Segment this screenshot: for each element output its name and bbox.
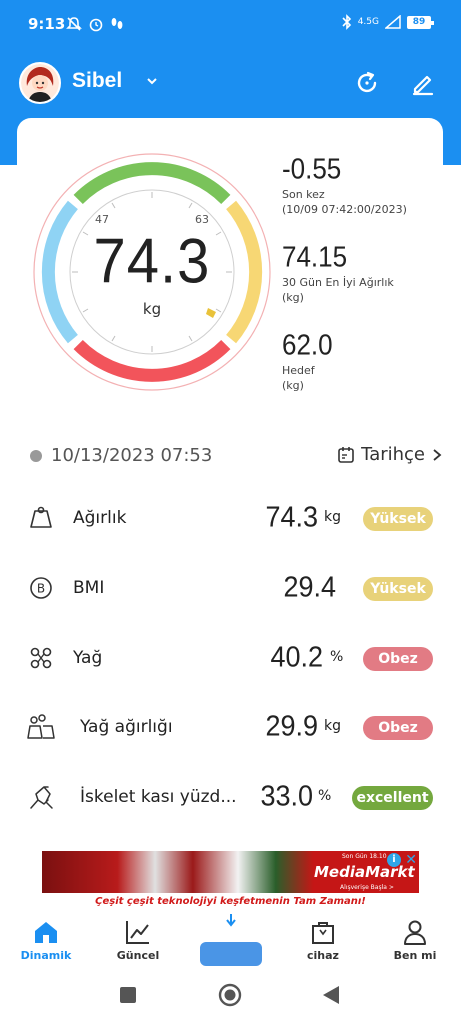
nav-item-ben-mi[interactable]: Ben mi [375, 918, 455, 962]
current-weight-unit: kg [142, 300, 162, 318]
history-button[interactable]: Tarihçe [337, 444, 443, 465]
stat-value: -0.55 [282, 152, 342, 185]
recents-icon[interactable] [119, 986, 137, 1004]
status-badge: Yüksek [363, 577, 433, 601]
stat-value: 62.0 [282, 328, 333, 361]
metric-value: 74.3 [265, 501, 318, 533]
measurement-date-row: 10/13/2023 07:53 Tarihçe [0, 440, 461, 470]
app-root: { "status_bar": { "time": "9:13", "batte… [0, 0, 461, 1024]
ad-corner-text: Son Gün 18.10 [342, 853, 387, 860]
fat-weight-icon [27, 714, 55, 739]
system-navigation-bar [0, 968, 461, 1024]
stat-label: Son kez [282, 188, 325, 201]
current-weight-value: 74.3 [93, 226, 211, 297]
metric-row-skeletal-muscle[interactable]: İskelet kası yüzd... 33.0 % excellent [0, 772, 461, 822]
stat-goal: 62.0 Hedef (kg) [282, 328, 432, 393]
chart-icon [126, 921, 149, 944]
metric-value: 29.4 [283, 571, 336, 603]
metric-value: 33.0 [260, 780, 313, 812]
gauge-tick-high: 63 [195, 213, 209, 226]
clock-icon [30, 450, 42, 462]
metric-unit: % [318, 788, 332, 804]
stat-sublabel: (kg) [282, 291, 304, 304]
gauge-tick-low: 47 [95, 213, 109, 226]
steps-icon [111, 18, 123, 29]
ad-banner[interactable]: Son Gün 18.10 MediaMarkt Alışverişe Başl… [42, 851, 419, 910]
ad-subtext: Alışverişe Başla > [340, 884, 394, 891]
ad-close-icon[interactable]: ✕ [405, 852, 417, 868]
profile-header: Sibel [0, 58, 461, 108]
chevron-down-icon[interactable] [145, 74, 159, 88]
metric-label: BMI [73, 578, 105, 598]
stat-best-weight: 74.15 30 Gün En İyi Ağırlık (kg) [282, 240, 432, 305]
metric-unit: % [330, 649, 344, 665]
nav-label: Güncel [116, 949, 160, 962]
nav-item-dinamik[interactable]: Dinamik [6, 918, 86, 962]
metric-unit: kg [324, 718, 341, 734]
metric-label: Ağırlık [73, 508, 127, 528]
network-type: 4.5G [357, 17, 379, 27]
arrow-down-icon [226, 914, 236, 927]
home-icon [35, 922, 57, 943]
metric-row-weight[interactable]: Ağırlık 74.3 kg Yüksek [0, 493, 461, 543]
metric-label: Yağ [73, 648, 103, 668]
avatar-icon [21, 64, 59, 102]
metric-unit: kg [324, 509, 341, 525]
person-icon [404, 920, 426, 945]
nav-label: Dinamik [20, 949, 72, 962]
metric-row-fat[interactable]: Yağ 40.2 % Obez [0, 633, 461, 683]
home-button-icon[interactable] [218, 983, 242, 1007]
bag-icon [312, 922, 334, 944]
status-bar: 9:13 4.5G 89 [0, 0, 461, 50]
status-right-icons: 4.5G 89 [342, 14, 434, 30]
measurement-datetime: 10/13/2023 07:53 [51, 445, 213, 466]
stat-value: 74.15 [282, 240, 348, 273]
metric-label: İskelet kası yüzd... [80, 787, 237, 807]
nav-item-guncel[interactable]: Güncel [98, 918, 178, 962]
mute-icon [66, 17, 82, 31]
metric-label: Yağ ağırlığı [80, 717, 173, 737]
back-icon[interactable] [322, 985, 340, 1005]
status-badge: Obez [363, 647, 433, 671]
signal-icon [385, 15, 401, 29]
battery-indicator: 89 [407, 15, 434, 29]
bluetooth-icon [342, 14, 351, 30]
ad-brand-logo: MediaMarkt [314, 863, 415, 881]
user-name[interactable]: Sibel [72, 69, 122, 93]
ad-info-icon[interactable]: i [387, 853, 401, 867]
status-time: 9:13 [28, 15, 66, 33]
nav-item-cihaz[interactable]: cihaz [283, 918, 363, 962]
stat-sublabel: (kg) [282, 379, 304, 392]
stat-label: 30 Gün En İyi Ağırlık [282, 276, 394, 289]
nav-label: Ben mi [393, 949, 437, 962]
stat-sublabel: (10/09 07:42:00/2023) [282, 203, 407, 216]
metric-value: 40.2 [270, 641, 323, 673]
status-badge: excellent [352, 786, 433, 810]
chevron-right-icon [433, 448, 442, 461]
metric-row-fat-weight[interactable]: Yağ ağırlığı 29.9 kg Obez [0, 702, 461, 752]
stat-label: Hedef [282, 364, 315, 377]
status-notification-icons [66, 14, 124, 34]
scale-measure-button[interactable] [200, 942, 262, 966]
metric-value: 29.9 [265, 710, 318, 742]
fat-icon [30, 647, 52, 669]
sync-icon[interactable] [354, 70, 380, 96]
edit-icon[interactable] [410, 70, 436, 96]
bmi-icon: B [30, 577, 52, 599]
weight-icon [30, 506, 52, 528]
avatar[interactable] [19, 62, 61, 104]
metric-row-bmi[interactable]: B BMI 29.4 Yüksek [0, 563, 461, 613]
stat-last-change: -0.55 Son kez (10/09 07:42:00/2023) [282, 152, 432, 217]
status-badge: Obez [363, 716, 433, 740]
skeletal-muscle-icon [30, 786, 53, 809]
status-badge: Yüksek [363, 507, 433, 531]
ad-tagline: Çeşit çeşit teknolojiyi keşfetmenin Tam … [42, 893, 419, 910]
history-icon [338, 446, 354, 463]
svg-text:B: B [37, 582, 45, 596]
history-label: Tarihçe [361, 444, 425, 465]
nav-label: cihaz [307, 949, 339, 962]
alarm-icon [89, 18, 103, 32]
